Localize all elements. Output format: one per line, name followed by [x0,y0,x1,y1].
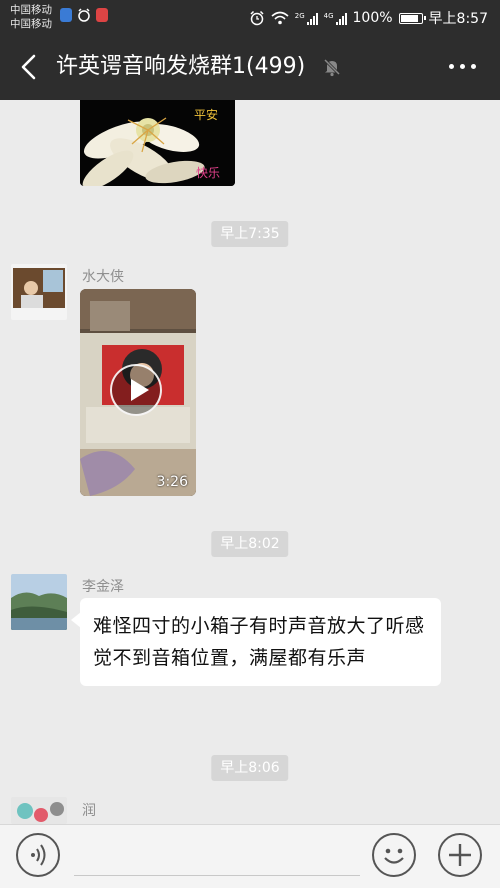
message-list[interactable]: 平安 快乐 早上7:35 水大侠 3:26 早上8:02 李金泽 难怪四寸的小箱… [0,100,500,824]
clock: 早上8:57 [428,11,488,27]
image-caption-top: 平安 [194,108,219,122]
carrier-2: 中国移动 [10,18,52,30]
avatar-image [11,797,67,824]
status-right: 2G 4G 100% 早上8:57 [249,8,488,28]
back-arrow-icon[interactable] [16,52,44,82]
carrier-1: 中国移动 [10,4,52,16]
status-bar: 中国移动 中国移动 2G 4G 100% 早上8:57 [0,0,500,34]
timestamp: 早上8:02 [211,531,289,557]
more-options-button[interactable] [449,64,476,69]
timestamp: 早上7:35 [211,221,289,247]
shield-icon [60,8,72,22]
plus-icon [449,844,471,866]
image-caption-bottom: 快乐 [196,166,221,180]
timestamp: 早上8:06 [211,755,289,781]
wifi-icon [271,11,289,25]
video-duration: 3:26 [156,474,188,490]
avatar-image [11,264,67,320]
avatar-image [11,574,67,630]
input-bar [0,824,500,888]
sender-name: 李金泽 [82,579,124,595]
dot [460,64,465,69]
text-message-bubble[interactable]: 难怪四寸的小箱子有时声音放大了听感觉不到音箱位置，满屋都有乐声 [71,598,441,686]
signal-2-icon: 4G [324,12,347,25]
battery-icon [398,12,426,24]
voice-input-button[interactable] [16,833,60,877]
more-functions-button[interactable] [438,833,482,877]
message-input[interactable] [74,875,360,876]
play-icon[interactable] [110,364,162,416]
alarm-icon [250,10,264,26]
dot [471,64,476,69]
sender-name: 水大侠 [82,269,124,285]
emoji-icon [384,848,404,864]
video-message[interactable]: 3:26 [80,289,196,496]
avatar[interactable] [11,797,67,824]
dot [449,64,454,69]
avatar[interactable] [11,574,67,630]
carrier-labels: 中国移动 中国移动 [10,3,52,31]
mute-bell-icon [323,58,341,77]
chat-header: 许英谔音响发烧群1(499) [0,34,500,100]
emoji-button[interactable] [372,833,416,877]
voice-icon [31,844,46,866]
image-message[interactable]: 平安 快乐 [80,100,235,186]
notification-icons [60,8,108,22]
alarm-app-icon [78,8,90,22]
battery-percent: 100% [352,10,393,26]
sender-name: 润 [82,803,96,819]
news-app-icon [96,8,108,22]
signal-1-icon: 2G [295,12,318,25]
avatar[interactable] [11,264,67,320]
chat-title: 许英谔音响发烧群1(499) [56,54,306,79]
